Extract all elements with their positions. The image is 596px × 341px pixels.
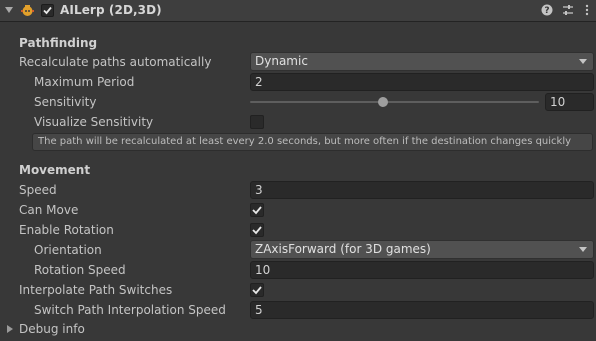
- sensitivity-field[interactable]: 10: [545, 93, 594, 111]
- component-header[interactable]: AILerp (2D,3D) ?: [0, 0, 596, 22]
- rotation-speed-label: Rotation Speed: [34, 263, 126, 277]
- kebab-menu-icon[interactable]: [580, 3, 594, 17]
- can-move-checkbox[interactable]: [250, 203, 264, 217]
- help-icon[interactable]: ?: [540, 3, 554, 17]
- recalculate-label: Recalculate paths automatically: [19, 55, 212, 69]
- section-title-movement: Movement: [19, 163, 91, 177]
- recalculate-dropdown-value: Dynamic: [255, 54, 308, 68]
- dropdown-arrow-icon: [579, 59, 587, 64]
- sensitivity-slider-track[interactable]: [250, 101, 539, 103]
- component-enabled-checkbox[interactable]: [41, 4, 54, 17]
- svg-text:?: ?: [544, 6, 549, 16]
- visualize-sensitivity-checkbox[interactable]: [250, 115, 264, 129]
- enable-rotation-checkbox[interactable]: [250, 223, 264, 237]
- speed-label: Speed: [19, 183, 57, 197]
- orientation-label: Orientation: [34, 243, 102, 257]
- switch-speed-label: Switch Path Interpolation Speed: [34, 303, 226, 317]
- dropdown-arrow-icon: [579, 247, 587, 252]
- ai-script-icon: [21, 5, 34, 16]
- rotation-speed-field[interactable]: 10: [250, 261, 594, 279]
- max-period-field[interactable]: 2: [250, 73, 594, 91]
- orientation-dropdown-value: ZAxisForward (for 3D games): [255, 242, 431, 256]
- section-title-pathfinding: Pathfinding: [19, 36, 98, 50]
- can-move-label: Can Move: [19, 203, 79, 217]
- checkmark-icon: [252, 286, 262, 295]
- checkmark-icon: [252, 226, 262, 235]
- debug-foldout-arrow-icon[interactable]: [7, 325, 13, 333]
- interpolate-label: Interpolate Path Switches: [19, 283, 173, 297]
- max-period-label: Maximum Period: [34, 75, 135, 89]
- component-title: AILerp (2D,3D): [60, 3, 162, 17]
- help-box: The path will be recalculated at least e…: [32, 133, 593, 151]
- inspector-panel: AILerp (2D,3D) ? Pathfinding Recalculate…: [0, 0, 596, 341]
- speed-field[interactable]: 3: [250, 181, 594, 199]
- visualize-sensitivity-label: Visualize Sensitivity: [34, 115, 154, 129]
- recalculate-dropdown[interactable]: Dynamic: [250, 52, 594, 71]
- checkmark-icon: [43, 6, 52, 15]
- interpolate-checkbox[interactable]: [250, 283, 264, 297]
- checkmark-icon: [252, 206, 262, 215]
- switch-speed-field[interactable]: 5: [250, 301, 594, 319]
- debug-info-foldout[interactable]: Debug info: [19, 322, 85, 336]
- sensitivity-label: Sensitivity: [34, 95, 97, 109]
- orientation-dropdown[interactable]: ZAxisForward (for 3D games): [250, 240, 594, 259]
- foldout-arrow-icon[interactable]: [5, 7, 13, 13]
- sensitivity-slider-thumb[interactable]: [377, 97, 388, 107]
- preset-sliders-icon[interactable]: [561, 3, 575, 17]
- enable-rotation-label: Enable Rotation: [19, 223, 114, 237]
